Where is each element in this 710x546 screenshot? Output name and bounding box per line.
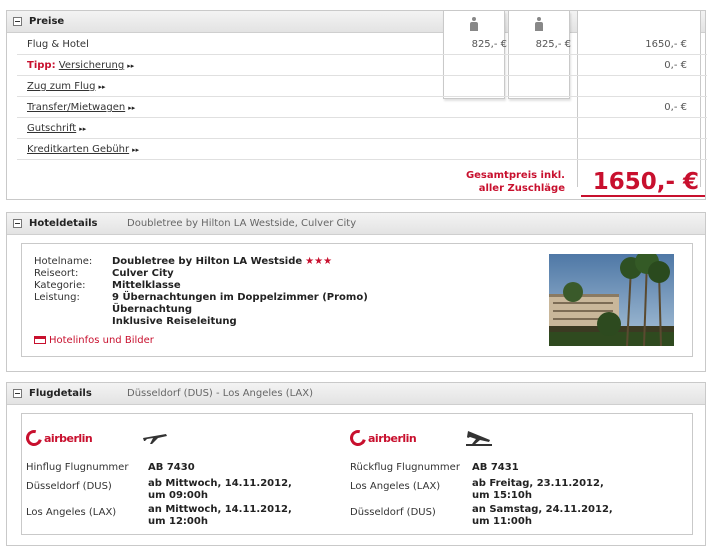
versicherung-link[interactable]: Versicherung	[59, 60, 124, 71]
price-total: 0,- €	[664, 60, 687, 71]
hotelinfos-link[interactable]: Hotelinfos und Bilder	[34, 335, 154, 346]
hotel-panel: Hoteldetails Doubletree by Hilton LA Wes…	[6, 212, 706, 372]
gesamtpreis-value: 1650,- €	[592, 169, 699, 195]
row-label: Flug & Hotel	[27, 39, 89, 50]
row-label: Zug zum Flug ▸▸	[27, 81, 105, 92]
person-icon	[535, 17, 543, 31]
row-label: Gutschrift ▸▸	[27, 123, 86, 134]
departure-plane-icon	[143, 434, 167, 444]
price-row-gutschrift: Gutschrift ▸▸	[17, 118, 707, 139]
double-arrow-icon: ▸▸	[132, 146, 140, 154]
hotel-name: Doubletree by Hilton LA Westside	[112, 256, 303, 267]
price-row-zug: Zug zum Flug ▸▸	[17, 76, 707, 97]
flug-header: Flugdetails Düsseldorf (DUS) - Los Angel…	[7, 383, 705, 405]
price-row-transfer: Transfer/Mietwagen ▸▸ 0,- €	[17, 97, 707, 118]
person-icon	[470, 17, 478, 31]
row-label: Transfer/Mietwagen ▸▸	[27, 102, 135, 113]
gesamtpreis-label: Gesamtpreis inkl. aller Zuschläge	[465, 170, 565, 194]
hotel-title: Hoteldetails	[29, 218, 98, 229]
collapse-toggle-icon[interactable]	[13, 219, 22, 228]
row-label: Kreditkarten Gebühr ▸▸	[27, 144, 139, 155]
star-rating: ★★★	[305, 256, 333, 267]
price-row-versicherung: Tipp: Versicherung ▸▸ 0,- €	[17, 55, 707, 76]
gutschrift-link[interactable]: Gutschrift	[27, 123, 76, 134]
airberlin-logo: airberlin	[23, 427, 106, 449]
kreditkarten-gebuehr-link[interactable]: Kreditkarten Gebühr	[27, 144, 129, 155]
hotel-detail-box: Hotelname: Doubletree by Hilton LA Wests…	[21, 243, 693, 357]
flug-detail-box: airberlin Hinflug Flugnummer AB 7430 Düs…	[21, 413, 693, 535]
collapse-toggle-icon[interactable]	[13, 389, 22, 398]
airberlin-logo: airberlin	[347, 427, 430, 449]
price-row-kreditkarte: Kreditkarten Gebühr ▸▸	[17, 139, 707, 160]
price-total: 0,- €	[664, 102, 687, 113]
double-arrow-icon: ▸▸	[98, 83, 106, 91]
price-total: 1650,- €	[645, 39, 687, 50]
tipp-label: Tipp:	[27, 60, 56, 71]
preise-panel: Preise Flug & Hotel 825,- € 825,- € 1650…	[6, 10, 707, 200]
hotel-header: Hoteldetails Doubletree by Hilton LA Wes…	[7, 213, 705, 235]
price-row-flug-hotel: Flug & Hotel 825,- € 825,- € 1650,- €	[17, 34, 707, 55]
double-arrow-icon: ▸▸	[127, 62, 135, 70]
hinflug-block: airberlin Hinflug Flugnummer AB 7430 Düs…	[22, 414, 342, 536]
preise-title: Preise	[29, 16, 65, 27]
rueckflug-block: airberlin Rückflug Flugnummer AB 7431 Lo…	[346, 414, 666, 536]
double-arrow-icon: ▸▸	[128, 104, 136, 112]
arrival-plane-icon	[466, 431, 492, 446]
zug-zum-flug-link[interactable]: Zug zum Flug	[27, 81, 95, 92]
row-label: Tipp: Versicherung ▸▸	[27, 60, 134, 71]
flug-subtitle: Düsseldorf (DUS) - Los Angeles (LAX)	[127, 388, 313, 399]
collapse-toggle-icon[interactable]	[13, 17, 22, 26]
transfer-mietwagen-link[interactable]: Transfer/Mietwagen	[27, 102, 125, 113]
total-underline	[581, 195, 705, 197]
flug-panel: Flugdetails Düsseldorf (DUS) - Los Angel…	[6, 382, 706, 546]
hotel-photo[interactable]	[549, 254, 674, 346]
hotel-subtitle: Doubletree by Hilton LA Westside, Culver…	[127, 218, 357, 229]
flug-title: Flugdetails	[29, 388, 92, 399]
double-arrow-icon: ▸▸	[79, 125, 87, 133]
bed-icon	[34, 336, 46, 344]
price-person-2: 825,- €	[535, 39, 571, 50]
price-person-1: 825,- €	[471, 39, 507, 50]
